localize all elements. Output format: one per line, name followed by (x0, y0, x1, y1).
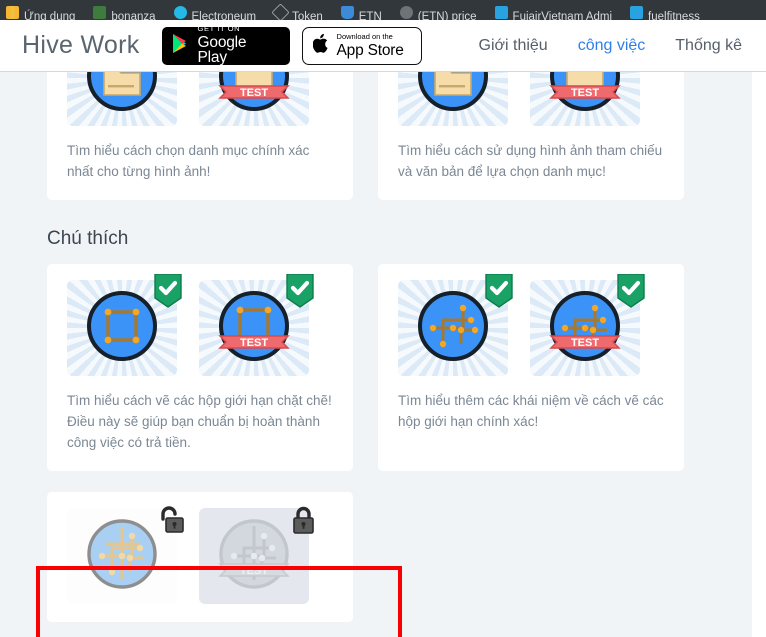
lock-icon (287, 504, 317, 543)
badge-card[interactable]: TEST Tìm hiểu cách sử dụng hình ảnh tham… (378, 72, 684, 200)
google-play-triangle-icon (172, 33, 191, 59)
bookmark-label: FujairVietnam Admi (512, 10, 613, 21)
badge-pair: TEST (67, 72, 333, 126)
bookmark-item-2[interactable]: Electroneum (173, 6, 257, 21)
badge-pair: TEST (67, 273, 333, 376)
card-description: Tìm hiểu cách chọn danh mục chính xác nh… (67, 143, 310, 179)
badge-tile-locked[interactable]: TEST (199, 506, 314, 604)
check-flag-icon (285, 273, 315, 313)
content-column: TEST Tìm hiểu cách chọn danh mục chính x… (0, 72, 752, 622)
card-description: Tìm hiểu cách sử dụng hình ảnh tham chiế… (398, 143, 663, 179)
google-play-badge[interactable]: GET IT ON Google Play (161, 24, 290, 67)
scrollbar-gutter[interactable] (752, 72, 766, 637)
multibox-badge-icon: TEST (547, 288, 623, 369)
badge-pair: TEST (67, 506, 333, 604)
bookmark-label: Electroneum (191, 10, 257, 21)
badge-card[interactable]: TEST Tìm hiểu cách chọn danh mục chính x… (47, 72, 353, 200)
folder-badge-icon (415, 72, 491, 119)
page-scroll-area[interactable]: TEST Tìm hiểu cách chọn danh mục chính x… (0, 72, 766, 637)
site-header: Hive Work GET IT ON Google Play Download… (0, 20, 766, 72)
badge-tile-earned[interactable] (398, 273, 513, 376)
folder-badge-icon: TEST (547, 72, 623, 119)
card-description: Tìm hiểu cách vẽ các hộp giới hạn chặt c… (67, 393, 332, 450)
app-store-small-label: Download on the (336, 32, 393, 41)
multibox-badge-icon (84, 516, 160, 597)
bookmark-label: fuelfitness (648, 10, 700, 21)
store-badges: GET IT ON Google Play Download on the Ap… (161, 24, 422, 67)
gear-icon (630, 6, 644, 19)
gear-icon (494, 6, 508, 19)
folder-badge-icon (84, 72, 160, 119)
unlock-icon (155, 504, 185, 543)
token-diamond-icon (271, 3, 290, 20)
badge-card-locked[interactable]: TEST (47, 492, 353, 622)
svg-text:TEST: TEST (240, 87, 268, 99)
badge-tile-test[interactable]: TEST (199, 273, 314, 376)
bookmark-item-7[interactable]: fuelfitness (630, 6, 700, 20)
badge-tile-test[interactable]: TEST (199, 72, 309, 126)
browser-bookmark-bar[interactable]: Ứng dụng bonanza Electroneum Token ETN (… (0, 0, 766, 20)
badge-card[interactable]: TEST Tìm hiểu cách vẽ các hộp giới hạn c… (47, 264, 353, 471)
bookmark-item-4[interactable]: ETN (340, 6, 382, 21)
badge-tile-earned[interactable] (398, 72, 508, 126)
section-annotation-cards: TEST Tìm hiểu cách vẽ các hộp giới hạn c… (47, 264, 705, 471)
folder-badge-icon: TEST (216, 72, 292, 119)
bookmark-item-6[interactable]: FujairVietnam Admi (494, 6, 613, 21)
badge-tile-test[interactable]: TEST (530, 273, 645, 376)
etn-price-icon (399, 6, 413, 19)
bbox-badge-icon: TEST (216, 288, 292, 369)
brand-logo[interactable]: Hive Work (22, 31, 140, 60)
app-store-label: App Store (336, 41, 404, 59)
electroneum-icon (173, 6, 187, 19)
google-play-label: Google Play (197, 33, 247, 67)
nav-link-thong-ke[interactable]: Thống kê (675, 37, 742, 55)
bbox-badge-icon (84, 288, 160, 369)
check-flag-icon (484, 273, 514, 313)
bookmark-item-1[interactable]: bonanza (93, 6, 156, 21)
google-play-small-label: GET IT ON (197, 24, 241, 34)
card-description: Tìm hiểu thêm các khái niệm về cách vẽ c… (398, 393, 664, 429)
bookmark-label: bonanza (111, 10, 156, 21)
check-flag-icon (616, 273, 646, 313)
bookmark-label: Ứng dụng (24, 10, 76, 21)
apple-logo-icon (312, 33, 330, 59)
multibox-badge-icon (415, 288, 491, 369)
bookmark-label: ETN (358, 10, 382, 21)
svg-text:TEST: TEST (571, 337, 599, 349)
badge-pair: TEST (398, 273, 664, 376)
svg-text:TEST: TEST (240, 337, 268, 349)
bookmark-item-0[interactable]: Ứng dụng (6, 6, 75, 20)
bookmark-item-3[interactable]: Token (271, 3, 323, 21)
nav-link-gioi-thieu[interactable]: Giới thiệu (479, 37, 548, 55)
badge-pair: TEST (398, 72, 664, 126)
bonanza-icon (93, 6, 107, 19)
section-title-chu-thich: Chú thích (47, 228, 129, 249)
svg-text:TEST: TEST (240, 565, 268, 577)
main-nav: Giới thiệu công việc Thống kê (479, 37, 743, 55)
apps-grid-icon (6, 6, 19, 19)
badge-tile-earned[interactable] (67, 273, 182, 376)
badge-tile-test[interactable]: TEST (530, 72, 640, 126)
etn-shield-icon (340, 6, 354, 19)
bookmark-label: Token (292, 10, 323, 21)
section-categorization-cards: TEST Tìm hiểu cách chọn danh mục chính x… (47, 72, 705, 200)
nav-link-cong-viec[interactable]: công việc (578, 37, 646, 55)
app-store-badge[interactable]: Download on the App Store (301, 26, 422, 65)
check-flag-icon (153, 273, 183, 313)
svg-text:TEST: TEST (571, 87, 599, 99)
bookmark-item-5[interactable]: (ETN) price (399, 6, 477, 21)
bookmark-label: (ETN) price (417, 10, 477, 21)
badge-tile-unlocked[interactable] (67, 506, 184, 604)
badge-card[interactable]: TEST Tìm hiểu thêm các khái niệm về cách… (378, 264, 684, 471)
multibox-badge-icon: TEST (216, 516, 292, 597)
section-locked-cards: TEST (47, 471, 705, 622)
badge-tile-earned[interactable] (67, 72, 177, 126)
